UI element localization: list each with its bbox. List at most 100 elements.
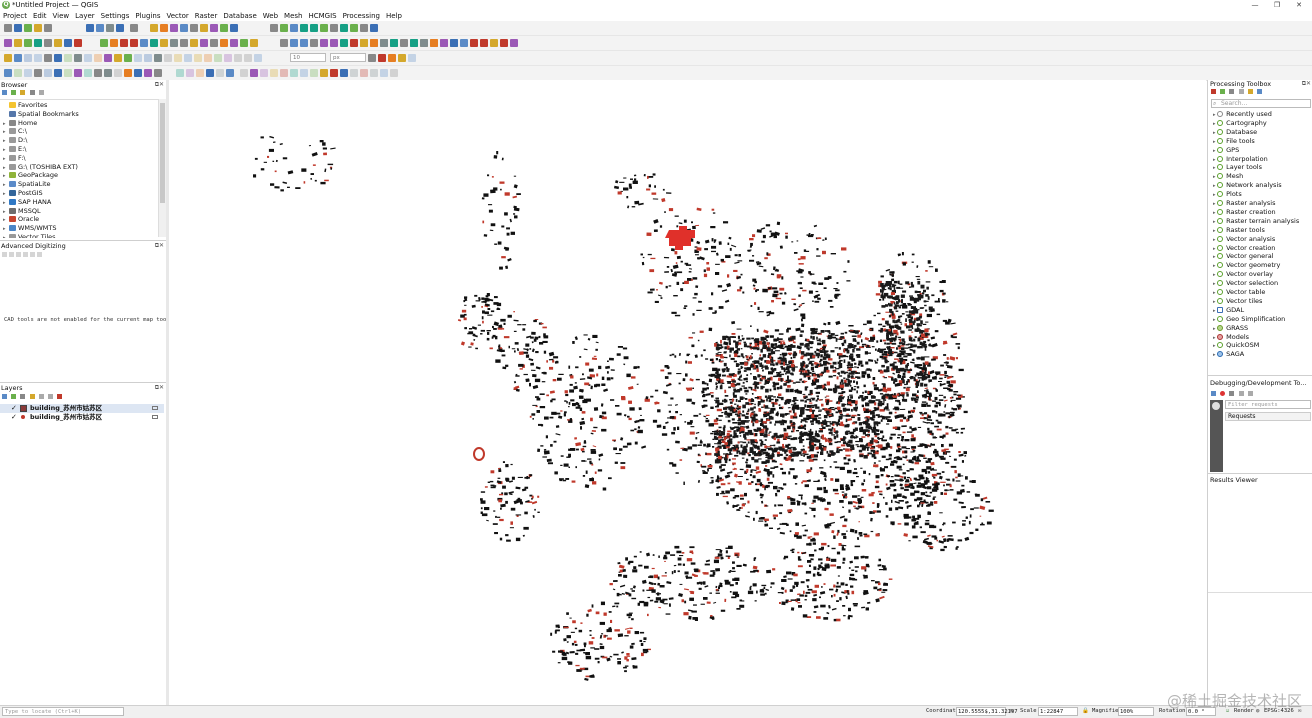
toolbar-tool-icon[interactable]	[124, 54, 132, 62]
browser-scrollbar[interactable]	[158, 99, 166, 237]
toolbar-tool-icon[interactable]	[216, 69, 224, 77]
toolbar-tool-icon[interactable]	[124, 69, 132, 77]
toolbar-tool-icon[interactable]	[214, 54, 222, 62]
options-icon[interactable]	[1257, 89, 1263, 94]
collapse-all-icon[interactable]	[48, 394, 54, 399]
requests-tab[interactable]: Requests	[1225, 412, 1311, 421]
toolbar-tool-icon[interactable]	[250, 39, 258, 47]
toolbar-tool-icon[interactable]	[470, 39, 478, 47]
layer-indicator-icon[interactable]	[152, 406, 158, 410]
toolbar-tool-icon[interactable]	[210, 39, 218, 47]
toolbar-tool-icon[interactable]	[104, 69, 112, 77]
scripts-icon[interactable]	[1220, 89, 1226, 94]
toolbar-tool-icon[interactable]	[144, 69, 152, 77]
magnifier-spinbox[interactable]: 100%	[1118, 707, 1154, 716]
toolbar-tool-icon[interactable]	[280, 69, 288, 77]
scale-combobox[interactable]: 1:22847	[1038, 707, 1078, 716]
toolbar-tool-icon[interactable]	[44, 54, 52, 62]
layer-row[interactable]: ✓ building_苏州市姑苏区	[2, 413, 162, 422]
toolbar-tool-icon[interactable]	[34, 69, 42, 77]
toolbar-tool-icon[interactable]	[54, 69, 62, 77]
toolbar-tool-icon[interactable]	[180, 39, 188, 47]
toolbar-tool-icon[interactable]	[480, 39, 488, 47]
toolbar-tool-icon[interactable]	[114, 54, 122, 62]
toolbar-tool-icon[interactable]	[240, 39, 248, 47]
menu-settings[interactable]: Settings	[98, 11, 133, 21]
toolbar-tool-icon[interactable]	[300, 39, 308, 47]
layer-indicator-icon[interactable]	[152, 415, 158, 419]
toolbar-tool-icon[interactable]	[84, 54, 92, 62]
toolbar-tool-icon[interactable]	[350, 39, 358, 47]
toolbar-tool-icon[interactable]	[320, 69, 328, 77]
toolbar-tool-icon[interactable]	[410, 39, 418, 47]
history-icon[interactable]	[1229, 89, 1235, 94]
toolbar-tool-icon[interactable]	[340, 39, 348, 47]
toolbar-tool-icon[interactable]	[64, 39, 72, 47]
toolbar-tool-icon[interactable]	[14, 24, 22, 32]
toolbar-tool-icon[interactable]	[230, 24, 238, 32]
toolbar-tool-icon[interactable]	[360, 24, 368, 32]
unit-select[interactable]: px	[330, 53, 366, 62]
browser-item[interactable]: ▸ PostGIS	[3, 189, 43, 198]
properties-icon[interactable]	[38, 90, 44, 95]
browser-item[interactable]: ▸ WMS/WMTS	[3, 224, 56, 233]
toolbar-tool-icon[interactable]	[510, 39, 518, 47]
toolbar-tool-icon[interactable]	[74, 69, 82, 77]
toolbar-tool-icon[interactable]	[400, 39, 408, 47]
toolbar-tool-icon[interactable]	[490, 39, 498, 47]
toolbar-tool-icon[interactable]	[500, 39, 508, 47]
network-icon[interactable]	[1211, 391, 1216, 396]
toolbar-tool-icon[interactable]	[84, 69, 92, 77]
manage-map-themes-icon[interactable]	[20, 394, 26, 399]
toolbar-tool-icon[interactable]	[280, 24, 288, 32]
toolbar-tool-icon[interactable]	[134, 69, 142, 77]
toolbar-tool-icon[interactable]	[190, 39, 198, 47]
toolbar-tool-icon[interactable]	[150, 39, 158, 47]
toolbar-tool-icon[interactable]	[150, 24, 158, 32]
toolbar-tool-icon[interactable]	[220, 39, 228, 47]
toolbar-tool-icon[interactable]	[194, 54, 202, 62]
toolbar-tool-icon[interactable]	[388, 54, 396, 62]
toolbar-tool-icon[interactable]	[154, 69, 162, 77]
menu-hcmgis[interactable]: HCMGIS	[305, 11, 339, 21]
menu-web[interactable]: Web	[260, 11, 281, 21]
map-canvas[interactable]	[169, 80, 1206, 705]
browser-item[interactable]: ▸ Oracle	[3, 215, 39, 224]
toolbar-tool-icon[interactable]	[164, 54, 172, 62]
layer-row[interactable]: ✓ building_苏州市姑苏区	[2, 404, 162, 413]
menu-help[interactable]: Help	[383, 11, 405, 21]
toolbar-tool-icon[interactable]	[200, 24, 208, 32]
toolbar-tool-icon[interactable]	[430, 39, 438, 47]
toolbar-tool-icon[interactable]	[340, 69, 348, 77]
browser-item[interactable]: ▸ F:\	[3, 154, 26, 163]
buffer-size-field[interactable]: 10	[290, 53, 326, 62]
toolbar-tool-icon[interactable]	[220, 24, 228, 32]
toolbar-tool-icon[interactable]	[450, 39, 458, 47]
coordinate-field[interactable]: 120.5555$,31.32197	[956, 707, 1018, 716]
toolbar-tool-icon[interactable]	[330, 69, 338, 77]
menu-database[interactable]: Database	[220, 11, 259, 21]
toolbar-tool-icon[interactable]	[34, 24, 42, 32]
toolbar-tool-icon[interactable]	[54, 54, 62, 62]
save-icon[interactable]	[1238, 391, 1244, 396]
toolbar-tool-icon[interactable]	[96, 24, 104, 32]
toolbar-tool-icon[interactable]	[100, 39, 108, 47]
toolbar-tool-icon[interactable]	[420, 39, 428, 47]
toolbar-tool-icon[interactable]	[24, 24, 32, 32]
browser-item[interactable]: ▸ G:\ (TOSHIBA EXT)	[3, 163, 78, 172]
toolbar-tool-icon[interactable]	[86, 24, 94, 32]
collapse-all-icon[interactable]	[29, 90, 35, 95]
toolbar-tool-icon[interactable]	[184, 54, 192, 62]
toolbar-tool-icon[interactable]	[4, 69, 12, 77]
toolbar-tool-icon[interactable]	[380, 39, 388, 47]
browser-item[interactable]: ▸ Home	[3, 119, 37, 128]
toolbar-tool-icon[interactable]	[144, 54, 152, 62]
toolbar-tool-icon[interactable]	[270, 69, 278, 77]
browser-item[interactable]: ▸ SAP HANA	[3, 198, 51, 207]
toolbar-tool-icon[interactable]	[320, 39, 328, 47]
panel-float-close-icon[interactable]: ⧉✕	[155, 242, 164, 250]
toolbar-tool-icon[interactable]	[116, 24, 124, 32]
toolbar-tool-icon[interactable]	[120, 39, 128, 47]
toolbar-tool-icon[interactable]	[320, 24, 328, 32]
toolbar-tool-icon[interactable]	[300, 24, 308, 32]
